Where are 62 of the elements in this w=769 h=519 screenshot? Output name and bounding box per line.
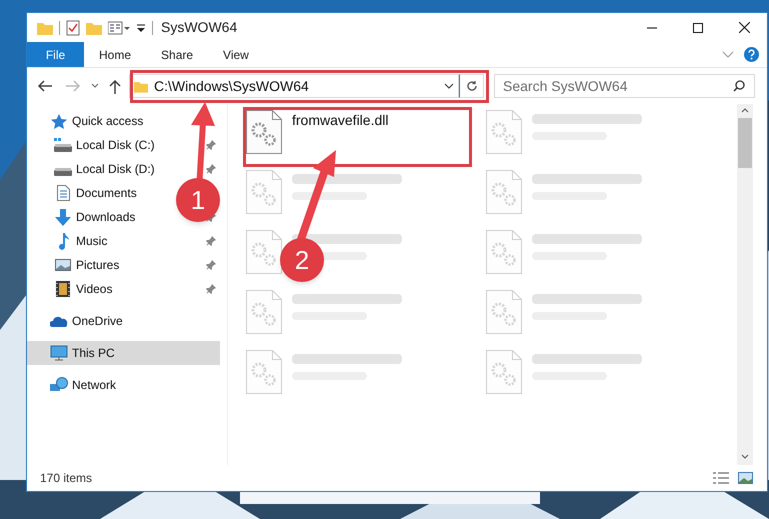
properties-icon[interactable] xyxy=(66,20,80,36)
nav-item[interactable]: Quick access xyxy=(27,109,148,133)
help-icon[interactable] xyxy=(744,47,759,62)
nav-label: This PC xyxy=(72,345,115,362)
address-path: C:\Windows\SysWOW64 xyxy=(154,76,309,96)
nav-item[interactable]: OneDrive xyxy=(27,309,127,333)
star-icon xyxy=(49,114,69,128)
maximize-icon xyxy=(693,22,703,32)
ribbon-tab[interactable]: View xyxy=(208,42,264,67)
folder-icon xyxy=(134,80,148,92)
ribbon-tab[interactable]: Home xyxy=(84,42,146,67)
network-icon xyxy=(49,377,69,393)
picture-icon xyxy=(53,259,73,271)
nav-label: Documents xyxy=(76,185,137,202)
nav-item[interactable]: Music xyxy=(27,229,112,253)
view-options-icon[interactable] xyxy=(108,20,130,34)
cloud-icon xyxy=(49,316,69,326)
scrollbar[interactable] xyxy=(737,104,753,465)
file-name: fromwavefile.dll xyxy=(292,111,388,130)
item-count: 170 items xyxy=(40,470,92,487)
refresh-button[interactable] xyxy=(459,74,484,98)
nav-label: Downloads xyxy=(76,209,136,226)
search-icon xyxy=(733,80,745,92)
search-field[interactable]: Search SysWOW64 xyxy=(494,74,755,98)
scroll-down-icon[interactable] xyxy=(741,454,749,459)
file-item[interactable]: fromwavefile.dll xyxy=(246,108,396,168)
nav-label: Local Disk (C:) xyxy=(76,137,155,154)
up-arrow-icon[interactable] xyxy=(109,78,121,94)
nav-item[interactable]: Documents xyxy=(27,181,141,205)
nav-item[interactable]: Pictures xyxy=(27,253,124,277)
nav-item[interactable]: Videos xyxy=(27,277,116,301)
nav-label: Music xyxy=(76,233,108,250)
nav-item[interactable]: This PC xyxy=(27,341,220,365)
chevron-down-icon[interactable] xyxy=(722,50,734,58)
large-icons-view-icon[interactable] xyxy=(738,472,753,484)
recent-caret-icon[interactable] xyxy=(91,83,99,89)
scroll-up-icon[interactable] xyxy=(741,108,749,113)
nav-item[interactable]: Network xyxy=(27,373,120,397)
back-arrow-icon[interactable] xyxy=(37,80,53,92)
customize-caret-icon[interactable] xyxy=(136,22,146,32)
address-bar[interactable]: C:\Windows\SysWOW64 xyxy=(129,74,459,98)
dropdown-chevron-icon[interactable] xyxy=(444,83,454,89)
nav-item[interactable]: Downloads xyxy=(27,205,140,229)
details-view-icon[interactable] xyxy=(713,472,729,484)
nav-label: Videos xyxy=(76,281,112,298)
nav-label: Network xyxy=(72,377,116,394)
ribbon-tab[interactable]: File xyxy=(27,42,84,67)
nav-item[interactable]: Local Disk (C:) xyxy=(27,133,159,157)
computer-icon xyxy=(49,345,69,361)
download-icon xyxy=(53,208,73,226)
window-title: SysWOW64 xyxy=(161,18,238,37)
drive-icon xyxy=(53,138,73,152)
nav-item[interactable]: Local Disk (D:) xyxy=(27,157,159,181)
film-icon xyxy=(53,281,73,297)
nav-label: Local Disk (D:) xyxy=(76,161,155,178)
refresh-icon xyxy=(466,80,478,92)
nav-label: Pictures xyxy=(76,257,120,274)
ribbon-tab[interactable]: Share xyxy=(146,42,208,67)
nav-label: Quick access xyxy=(72,113,144,130)
scrollbar-thumb[interactable] xyxy=(738,118,752,168)
close-icon xyxy=(738,22,750,33)
nav-label: OneDrive xyxy=(72,313,123,330)
